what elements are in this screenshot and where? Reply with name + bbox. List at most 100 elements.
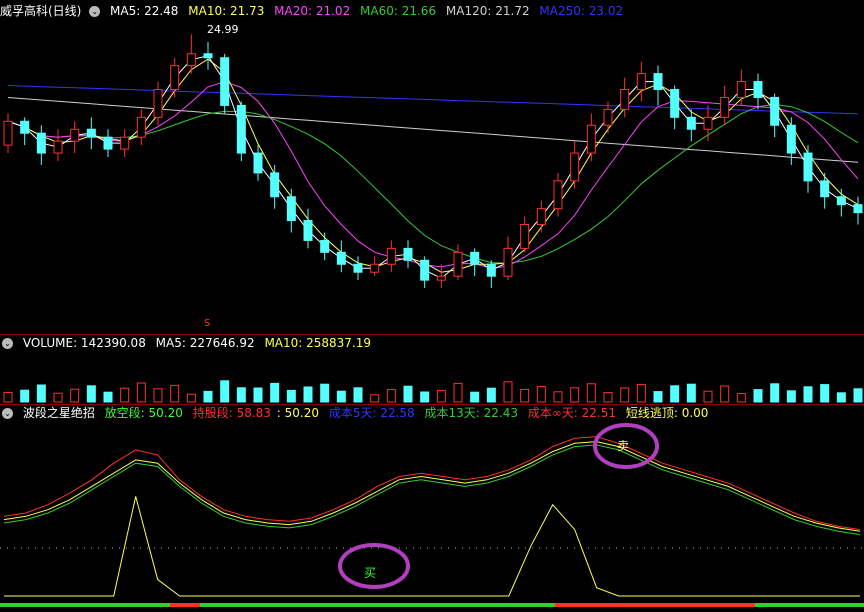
volume-bar	[553, 391, 563, 403]
candle-body	[220, 57, 230, 106]
cost13-label: 成本13天: 22.43	[424, 406, 518, 420]
candle-body	[170, 65, 180, 91]
candle-body	[203, 53, 213, 59]
candle-body	[586, 124, 596, 154]
volume-bar	[703, 390, 713, 403]
candle-body	[3, 120, 13, 146]
volume-panel-header: ⌄ VOLUME: 142390.08 MA5: 227646.92 MA10:…	[0, 335, 377, 351]
candle-body	[253, 152, 263, 174]
volume-bar	[236, 387, 246, 403]
volume-bar	[220, 380, 230, 403]
volume-bar	[420, 391, 430, 403]
volume-bar	[436, 389, 446, 403]
stock-chart[interactable]	[0, 0, 864, 612]
volume-bar	[336, 390, 346, 403]
chigu-label: 持股段: 58.83	[192, 406, 271, 420]
main-chart-title: 威孚高科(日线)	[0, 4, 82, 18]
sell-marker: S	[204, 318, 211, 329]
ma5-label: MA5: 22.48	[110, 4, 179, 18]
candle-body	[770, 96, 780, 126]
buy-signal-label: 买	[364, 566, 377, 580]
state-bar-segment	[170, 603, 200, 607]
candle-body	[803, 152, 813, 182]
volume-bar	[736, 393, 746, 403]
volume-bar	[570, 387, 580, 403]
candle-body	[703, 116, 713, 130]
volume-bar	[836, 392, 846, 403]
state-bar-segment	[200, 603, 555, 607]
volume-bar	[520, 388, 530, 403]
volume-bar	[120, 387, 130, 403]
volume-bar	[70, 388, 80, 403]
volume-bar	[53, 392, 63, 403]
fangkong-label: 放空段: 50.20	[104, 406, 183, 420]
candle-body	[520, 224, 530, 249]
volume-bar	[686, 383, 696, 403]
candle-body	[570, 152, 580, 182]
candle-body	[620, 89, 630, 110]
candle-body	[820, 180, 830, 198]
short-escape-label: 短线逃顶: 0.00	[625, 406, 709, 420]
candle-body	[186, 53, 196, 67]
candle-body	[120, 136, 130, 150]
state-bar-segment	[755, 603, 864, 607]
ma5-line	[7, 55, 859, 279]
candle-body	[53, 140, 63, 154]
volume-bar	[820, 384, 830, 403]
candle-body	[536, 208, 546, 226]
candle-body	[370, 263, 380, 273]
volume-bar	[753, 389, 763, 403]
candle-body	[653, 73, 663, 91]
candle-body	[153, 89, 163, 118]
volume-bar	[303, 386, 313, 403]
peak-price-label: 24.99	[207, 23, 239, 36]
volume-bar	[103, 391, 113, 403]
volume-bar	[170, 384, 180, 403]
volume-bar	[36, 384, 46, 403]
candle-body	[786, 124, 796, 154]
volume-bar	[286, 389, 296, 403]
collapse-icon[interactable]: ⌄	[89, 6, 101, 17]
candle-body	[470, 251, 480, 265]
volume-bar	[253, 387, 263, 403]
volume-bar	[470, 391, 480, 403]
costinf-label: 成本∞天: 22.51	[527, 406, 617, 420]
ma20-label: MA20: 21.02	[274, 4, 351, 18]
candle-body	[553, 180, 563, 210]
candle-body	[303, 220, 313, 241]
candle-body	[36, 132, 46, 154]
ma120-label: MA120: 21.72	[445, 4, 530, 18]
volume-bar	[3, 391, 13, 403]
volume-bar	[620, 387, 630, 403]
volume-bar	[653, 391, 663, 403]
candle-body	[353, 263, 363, 273]
escape-line	[4, 496, 860, 597]
candle-body	[836, 196, 846, 206]
volume-bar	[786, 390, 796, 403]
volume-bar	[720, 385, 730, 403]
sell-signal-label: 卖	[617, 439, 630, 453]
main-panel-header: 威孚高科(日线) ⌄ MA5: 22.48 MA10: 21.73 MA20: …	[0, 3, 629, 19]
volume-bar	[503, 381, 513, 403]
collapse-icon[interactable]: ⌄	[2, 408, 13, 419]
volume-bar	[403, 385, 413, 403]
volume-bar	[803, 386, 813, 403]
volume-label: VOLUME: 142390.08	[22, 336, 146, 350]
volume-bar	[386, 389, 396, 403]
candle-body	[636, 73, 646, 91]
volume-bar	[636, 384, 646, 403]
collapse-icon[interactable]: ⌄	[2, 338, 13, 349]
candle-body	[420, 259, 430, 281]
candle-body	[136, 116, 146, 138]
volume-bar	[86, 385, 96, 403]
candle-body	[270, 172, 280, 198]
candle-body	[603, 108, 613, 126]
candle-body	[320, 239, 330, 253]
ma60-line	[7, 103, 859, 264]
volume-bar	[770, 383, 780, 403]
indicator-value-label: : 50.20	[276, 406, 319, 420]
ma10-label: MA10: 21.73	[188, 4, 265, 18]
cost-line	[3, 441, 861, 532]
candle-body	[286, 196, 296, 222]
cost5-label: 成本5天: 22.58	[328, 406, 415, 420]
